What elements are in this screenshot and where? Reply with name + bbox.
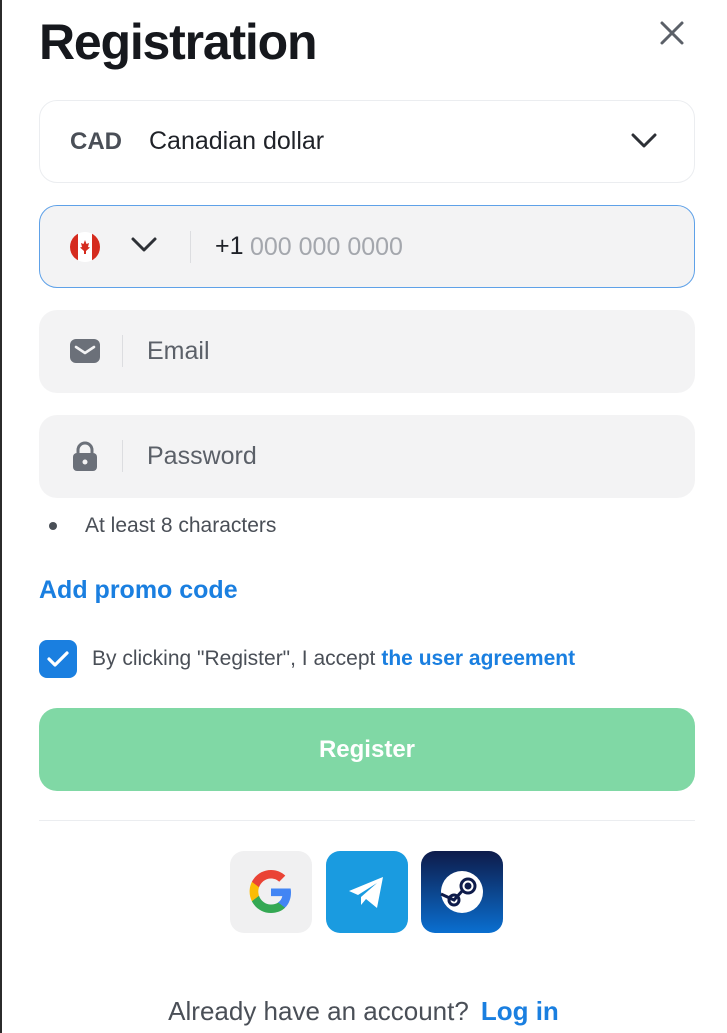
agreement-row: By clicking "Register", I accept the use… xyxy=(39,640,575,678)
phone-input[interactable] xyxy=(250,226,670,268)
add-promo-code-link[interactable]: Add promo code xyxy=(39,576,238,605)
envelope-icon xyxy=(69,335,101,367)
login-prompt: Already have an account? Log in xyxy=(0,996,727,1027)
agreement-checkbox[interactable] xyxy=(39,640,77,678)
phone-prefix: +1 xyxy=(215,232,244,260)
google-login-button[interactable] xyxy=(230,851,312,933)
checkmark-icon xyxy=(47,651,69,667)
close-button[interactable] xyxy=(656,17,688,49)
agreement-text: By clicking "Register", I accept xyxy=(92,647,376,670)
currency-code: CAD xyxy=(70,127,122,155)
email-field[interactable] xyxy=(39,310,695,393)
currency-select[interactable]: CAD Canadian dollar xyxy=(39,100,695,183)
login-prompt-text: Already have an account? xyxy=(168,996,469,1026)
currency-name: Canadian dollar xyxy=(149,127,325,155)
steam-login-button[interactable] xyxy=(421,851,503,933)
bullet-icon xyxy=(49,522,57,530)
window-edge xyxy=(0,0,2,1033)
password-hint-text: At least 8 characters xyxy=(85,514,277,537)
page-title: Registration xyxy=(39,14,318,70)
close-icon xyxy=(660,21,684,45)
lock-icon xyxy=(69,440,101,472)
steam-icon xyxy=(440,871,483,913)
login-link[interactable]: Log in xyxy=(481,996,559,1026)
google-icon xyxy=(249,870,291,913)
country-chevron-down-icon[interactable] xyxy=(130,235,158,255)
field-divider xyxy=(122,440,123,472)
telegram-login-button[interactable] xyxy=(326,851,408,933)
field-divider xyxy=(190,231,191,263)
canada-flag-icon[interactable] xyxy=(70,232,100,262)
password-hint: At least 8 characters xyxy=(49,514,276,538)
password-input[interactable] xyxy=(147,435,667,477)
field-divider xyxy=(122,335,123,367)
user-agreement-link[interactable]: the user agreement xyxy=(381,647,575,671)
phone-field[interactable]: +1 xyxy=(39,205,695,288)
divider xyxy=(39,820,695,821)
password-field[interactable] xyxy=(39,415,695,498)
chevron-down-icon xyxy=(631,133,657,148)
email-input[interactable] xyxy=(147,330,667,372)
register-button[interactable]: Register xyxy=(39,708,695,791)
telegram-icon xyxy=(349,877,383,908)
